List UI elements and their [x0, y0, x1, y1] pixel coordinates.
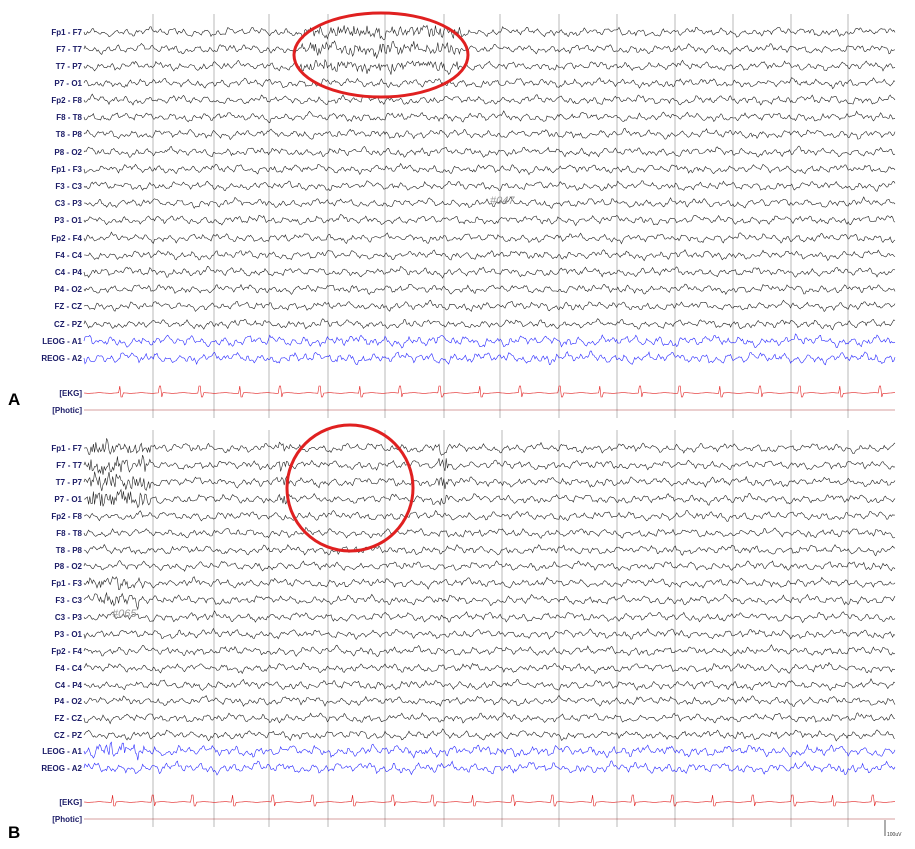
trace-p4-o2: [83, 694, 896, 707]
channel-label-t7-p7: T7 - P7: [56, 478, 83, 487]
trace-p3-o1: [83, 213, 896, 227]
panel-b-page-stamp: #065: [112, 608, 137, 620]
channel-label-f8-t8: F8 - T8: [56, 113, 82, 122]
eeg-figure: Fp1 - F7 F7 - T7 T7 - P7 P7 - O1 Fp2 - F8 F8 …: [8, 11, 902, 842]
channel-label-c3-p3: C3 - P3: [55, 613, 83, 622]
channel-label-fp2-f8: Fp2 - F8: [51, 512, 82, 521]
panel-b-traces: [83, 438, 896, 820]
trace-c3-p3: [83, 610, 896, 624]
trace-t8-p8: [83, 543, 896, 557]
channel-label-reog-a2: REOG - A2: [41, 354, 82, 363]
trace-c4-p4: [83, 265, 896, 279]
trace-f3-c3: [83, 180, 896, 192]
channel-label-f4-c4: F4 - C4: [55, 664, 82, 673]
trace-p4-o2: [83, 283, 896, 295]
channel-label-p3-o1: P3 - O1: [54, 630, 82, 639]
channel-label-t7-p7: T7 - P7: [56, 62, 83, 71]
trace-leog-a1: [83, 333, 896, 349]
panel-b: Fp1 - F7 F7 - T7 T7 - P7 P7 - O1 Fp2 - F8 F8 …: [8, 423, 902, 842]
channel-label-fp2-f4: Fp2 - F4: [51, 234, 82, 243]
trace-fp2-f8: [83, 93, 896, 106]
channel-label-ekg: [EKG]: [59, 798, 82, 807]
trace-t8-p8: [83, 127, 896, 141]
trace-f7-t7: [83, 455, 896, 475]
trace-ekg: [83, 794, 895, 807]
panel-b-letter: B: [8, 823, 20, 842]
channel-label-c4-p4: C4 - P4: [55, 681, 83, 690]
channel-label-photic: [Photic]: [52, 815, 82, 824]
panel-a-letter: A: [8, 390, 20, 409]
trace-f4-c4: [84, 249, 896, 262]
channel-label-fz-cz: FZ - CZ: [54, 714, 82, 723]
panel-a-channel-labels: Fp1 - F7 F7 - T7 T7 - P7 P7 - O1 Fp2 - F8 F8 …: [41, 28, 82, 415]
trace-fz-cz: [83, 299, 896, 313]
channel-label-photic: [Photic]: [52, 406, 82, 415]
trace-p8-o2: [83, 560, 896, 572]
trace-fp2-f4: [83, 231, 896, 245]
channel-label-fz-cz: FZ - CZ: [54, 302, 82, 311]
trace-f7-t7: [83, 40, 896, 60]
trace-cz-pz: [83, 318, 896, 331]
channel-label-f4-c4: F4 - C4: [55, 251, 82, 260]
channel-label-t8-p8: T8 - P8: [56, 130, 83, 139]
channel-label-p7-o1: P7 - O1: [54, 495, 82, 504]
channel-label-ekg: [EKG]: [59, 389, 82, 398]
channel-label-fp1-f7: Fp1 - F7: [51, 28, 82, 37]
channel-label-leog-a1: LEOG - A1: [42, 337, 82, 346]
channel-label-p8-o2: P8 - O2: [54, 148, 82, 157]
trace-t7-p7: [83, 471, 896, 492]
panel-a: Fp1 - F7 F7 - T7 T7 - P7 P7 - O1 Fp2 - F8 F8 …: [8, 11, 896, 418]
channel-label-p4-o2: P4 - O2: [54, 285, 82, 294]
channel-label-reog-a2: REOG - A2: [41, 764, 82, 773]
trace-t7-p7: [83, 58, 896, 75]
panel-b-highlight-circle: [285, 423, 415, 553]
channel-label-fp2-f8: Fp2 - F8: [51, 96, 82, 105]
panel-a-highlight-circle: [292, 11, 470, 99]
channel-label-c3-p3: C3 - P3: [55, 199, 83, 208]
channel-label-p4-o2: P4 - O2: [54, 697, 82, 706]
channel-label-fp2-f4: Fp2 - F4: [51, 647, 82, 656]
channel-label-cz-pz: CZ - PZ: [54, 320, 82, 329]
trace-f4-c4: [83, 661, 896, 675]
trace-fz-cz: [83, 712, 896, 725]
channel-label-cz-pz: CZ - PZ: [54, 731, 82, 740]
channel-label-f3-c3: F3 - C3: [55, 182, 82, 191]
trace-fp1-f7: [83, 24, 896, 41]
trace-reog-a2: [83, 760, 896, 776]
channel-label-f3-c3: F3 - C3: [55, 596, 82, 605]
trace-leog-a1: [83, 741, 896, 761]
channel-label-p3-o1: P3 - O1: [54, 216, 82, 225]
channel-label-f7-t7: F7 - T7: [56, 461, 82, 470]
channel-label-p8-o2: P8 - O2: [54, 562, 82, 571]
channel-label-p7-o1: P7 - O1: [54, 79, 82, 88]
trace-p7-o1: [83, 488, 896, 509]
trace-fp2-f4: [83, 644, 896, 657]
trace-p8-o2: [83, 145, 896, 158]
trace-reog-a2: [83, 350, 896, 366]
trace-c4-p4: [83, 678, 896, 691]
channel-label-c4-p4: C4 - P4: [55, 268, 83, 277]
trace-f8-t8: [83, 526, 896, 539]
trace-p3-o1: [83, 627, 896, 640]
channel-label-f7-t7: F7 - T7: [56, 45, 82, 54]
panel-b-channel-labels: Fp1 - F7 F7 - T7 T7 - P7 P7 - O1 Fp2 - F8 F8 …: [41, 444, 82, 824]
trace-cz-pz: [83, 728, 896, 742]
trace-p7-o1: [83, 77, 896, 90]
panel-a-page-stamp: #047: [490, 195, 515, 207]
panel-a-traces: [83, 24, 896, 411]
channel-label-t8-p8: T8 - P8: [56, 546, 83, 555]
channel-label-fp1-f3: Fp1 - F3: [51, 579, 82, 588]
channel-label-f8-t8: F8 - T8: [56, 529, 82, 538]
channel-label-fp1-f3: Fp1 - F3: [51, 165, 82, 174]
trace-f3-c3: [83, 591, 896, 611]
channel-label-fp1-f7: Fp1 - F7: [51, 444, 82, 453]
trace-fp1-f3: [83, 162, 896, 176]
trace-fp1-f7: [83, 438, 896, 456]
trace-fp1-f3: [83, 576, 896, 590]
trace-fp2-f8: [83, 510, 896, 522]
trace-f8-t8: [83, 110, 896, 124]
trace-ekg: [83, 385, 895, 398]
channel-label-leog-a1: LEOG - A1: [42, 747, 82, 756]
scale-label: 100uV: [887, 832, 902, 838]
